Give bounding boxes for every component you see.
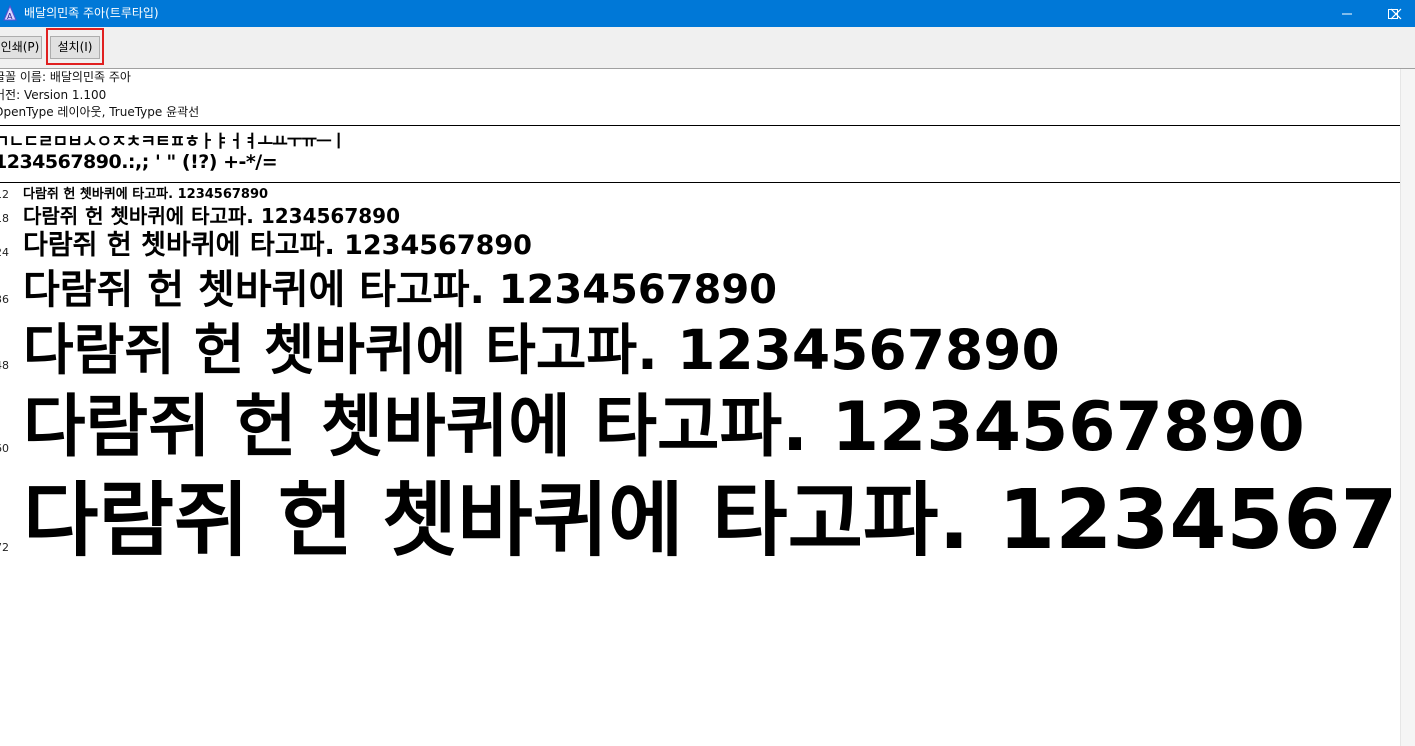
sample-text: 다람쥐 헌 쳇바퀴에 타고파. 1234567890 — [23, 230, 532, 261]
minimize-icon — [1342, 13, 1352, 15]
sample-size-label: 60 — [0, 442, 9, 455]
sample-text: 다람쥐 헌 쳇바퀴에 타고파. 1234567890 — [23, 318, 1060, 382]
divider — [0, 125, 1400, 126]
close-button[interactable] — [1369, 0, 1415, 27]
vertical-scrollbar[interactable] — [1400, 69, 1415, 746]
sample-size-label: 24 — [0, 246, 9, 259]
charset-digits-symbols: 1234567890.:,; ' " (!?) +-*/= — [0, 151, 278, 173]
font-name-line: 글꼴 이름: 배달의민족 주아 — [0, 70, 131, 84]
sample-size-label: 12 — [0, 188, 9, 201]
print-button[interactable]: 인쇄(P) — [0, 36, 42, 59]
window-title: 배달의민족 주아(트루타입) — [24, 6, 159, 20]
font-type-line: OpenType 레이아웃, TrueType 윤곽선 — [0, 105, 200, 119]
sample-text: 다람쥐 헌 쳇바퀴에 타고파. 1234567890 — [23, 187, 269, 202]
font-preview-area: 글꼴 이름: 배달의민족 주아 버전: Version 1.100 OpenTy… — [0, 69, 1415, 746]
sample-text: 다람쥐 헌 쳇바퀴에 타고파. 1234567890 — [23, 204, 401, 228]
title-bar: A 배달의민족 주아(트루타입) — [0, 0, 1415, 27]
sample-size-label: 36 — [0, 293, 9, 306]
close-icon — [1390, 8, 1402, 20]
charset-hangul: ㄱㄴㄷㄹㅁㅂㅅㅇㅈㅊㅋㅌㅍㅎㅏㅑㅓㅕㅗㅛㅜㅠㅡㅣ — [0, 132, 346, 152]
font-version-line: 버전: Version 1.100 — [0, 88, 107, 102]
font-file-icon: A — [3, 5, 17, 21]
sample-size-label: 18 — [0, 212, 9, 225]
svg-text:A: A — [7, 12, 13, 21]
sample-size-label: 48 — [0, 359, 9, 372]
install-button-highlight — [46, 28, 104, 65]
divider — [0, 182, 1400, 183]
sample-text: 다람쥐 헌 쳇바퀴에 타고파. 1234567 — [23, 480, 1398, 562]
sample-text: 다람쥐 헌 쳇바퀴에 타고파. 1234567890 — [23, 388, 1305, 467]
minimize-button[interactable] — [1324, 0, 1370, 27]
toolbar: 인쇄(P) 설치(I) — [0, 27, 1415, 69]
sample-text: 다람쥐 헌 쳇바퀴에 타고파. 1234567890 — [23, 267, 778, 313]
sample-size-label: 72 — [0, 541, 9, 554]
